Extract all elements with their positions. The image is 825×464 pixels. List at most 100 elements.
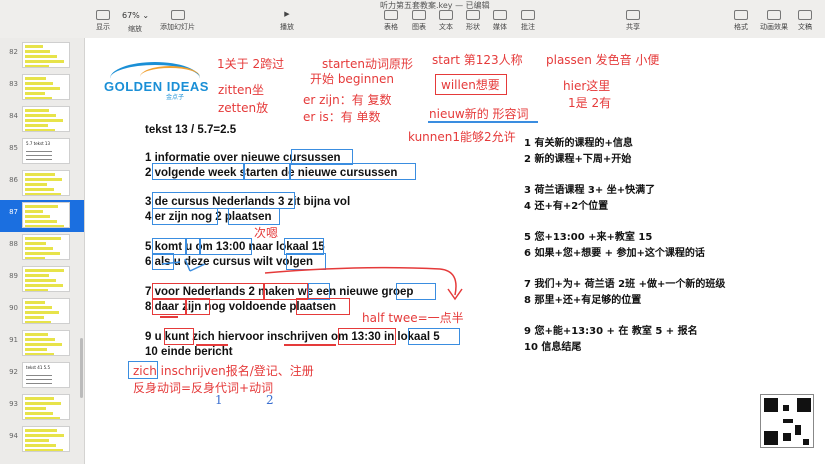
slide-thumbnail-92[interactable]: 92 tekst 41 5.5 (0, 360, 84, 392)
chart-button[interactable]: 图表 (412, 10, 426, 32)
slide-preview (22, 234, 70, 260)
shape-button[interactable]: 形状 (466, 10, 480, 32)
slide-thumbnail-89[interactable]: 89 (0, 264, 84, 296)
translation-1: 1 有关新的课程的+信息 (524, 138, 633, 149)
sidebar-icon (96, 10, 110, 20)
note-half-twee: half twee=一点半 (362, 311, 464, 325)
slide-thumbnail-90[interactable]: 90 (0, 296, 84, 328)
comment-button[interactable]: 批注 (521, 10, 535, 32)
slide-preview-text: tekst 41 5.5 (26, 365, 50, 370)
slide-preview (22, 426, 70, 452)
note-zich-box (128, 361, 158, 379)
slide-preview (22, 266, 70, 292)
annotation-scribble (161, 258, 206, 272)
underline-daar (160, 316, 178, 318)
translation-8: 8 那里+还+有足够的位置 (524, 295, 642, 306)
note-reflexive: 反身动词=反身代词+动词 (133, 381, 274, 395)
slide-thumbnail-83[interactable]: 83 (0, 72, 84, 104)
slide-thumbnail-91[interactable]: 91 (0, 328, 84, 360)
highlight-zijn (186, 298, 210, 315)
note-zijn-meanings: 1是 2有 (568, 96, 612, 110)
note-zitten: zitten坐 (218, 83, 265, 97)
note-willen-box (435, 74, 507, 95)
slide-thumbnail-86[interactable]: 86 (0, 168, 84, 200)
translation-10: 10 信息结尾 (524, 342, 582, 353)
slide-preview (22, 394, 70, 420)
annotation-num-1: 1 (215, 393, 223, 407)
add-slide-button[interactable]: 添加幻灯片 (160, 10, 195, 32)
note-zetten: zetten放 (218, 101, 269, 115)
highlight-volgende-week (152, 163, 244, 180)
slide-number: 92 (9, 368, 18, 376)
format-button[interactable]: 格式 (734, 10, 748, 32)
note-hier: hier这里 (563, 79, 611, 93)
slide-thumbnail-85[interactable]: 85 5.7 tekst 13 (0, 136, 84, 168)
note-ci-en: 次嗯 (254, 226, 279, 240)
slide-thumbnail-88[interactable]: 88 (0, 232, 84, 264)
note-er-zijn: er zijn：有 复数 (303, 93, 392, 107)
translation-9: 9 您+能+13:30 + 在 教室 5 + 报名 (524, 326, 698, 337)
text-button[interactable]: 文本 (439, 10, 453, 32)
play-icon: ▶ (284, 10, 290, 18)
media-icon (493, 10, 507, 20)
document-icon (798, 10, 812, 20)
slide-number: 84 (9, 112, 18, 120)
slide-number: 93 (9, 400, 18, 408)
shape-icon (466, 10, 480, 20)
format-icon (734, 10, 748, 20)
slide-thumbnail-93[interactable]: 93 (0, 392, 84, 424)
highlight-plaatsen (228, 208, 280, 225)
slide-number: 87 (9, 208, 18, 216)
note-zich-inschrijven: zich inschrijven报名/登记、注册 (133, 364, 314, 378)
animate-button[interactable]: 动画效果 (760, 10, 788, 32)
slide-preview (22, 298, 70, 324)
translation-5: 5 您+13:00 +来+教室 15 (524, 232, 653, 243)
text-icon (439, 10, 453, 20)
slide-thumbnail-94[interactable]: 94 (0, 424, 84, 456)
zoom-select[interactable]: 67% ⌄ (122, 11, 149, 20)
slide-thumbnail-82[interactable]: 82 (0, 40, 84, 72)
slide-number: 86 (9, 176, 18, 184)
sidebar-scrollbar[interactable] (80, 338, 83, 398)
slide-preview (22, 42, 70, 68)
slide-number: 89 (9, 272, 18, 280)
highlight-om-1330 (338, 328, 396, 345)
share-icon (626, 10, 640, 20)
qr-code (760, 394, 814, 448)
slide-preview (22, 202, 70, 228)
highlight-de-nieuwe-cursussen (290, 163, 416, 180)
dutch-line-10: 10 einde bericht (145, 346, 233, 358)
translation-2: 2 新的课程+下周+开始 (524, 154, 632, 165)
table-button[interactable]: 表格 (384, 10, 398, 32)
annotation-arrow (264, 266, 463, 301)
media-button[interactable]: 媒体 (493, 10, 507, 32)
slide-preview-text: 5.7 tekst 13 (26, 141, 50, 146)
slide-number: 88 (9, 240, 18, 248)
toolbar-show-button[interactable]: 显示 (96, 10, 110, 32)
note-over-meanings: 1关于 2跨过 (217, 57, 285, 71)
slide-preview (22, 330, 70, 356)
play-button[interactable]: ▶ 播放 (280, 10, 294, 32)
add-slide-icon (170, 10, 185, 20)
translation-4: 4 还+有+2个位置 (524, 201, 609, 212)
note-nieuw-underline (428, 121, 538, 123)
highlight-de-cursus-nederlands (152, 192, 295, 209)
note-plassen: plassen 发色音 小便 (546, 53, 660, 67)
slide-thumbnail-84[interactable]: 84 (0, 104, 84, 136)
highlight-daar (152, 298, 186, 315)
document-button[interactable]: 文稿 (798, 10, 812, 32)
highlight-kunt (164, 328, 194, 345)
underline-zich (196, 344, 228, 346)
highlight-u (186, 238, 200, 255)
slide-number: 85 (9, 144, 18, 152)
toolbar-zoom-label: 缩放 (128, 25, 142, 33)
comment-icon (521, 10, 535, 20)
slide-preview: tekst 41 5.5 (22, 362, 70, 388)
slide-number: 83 (9, 80, 18, 88)
underline-inschrijven (284, 344, 336, 346)
slide-thumbnail-87[interactable]: 87 (0, 200, 84, 232)
slide-number: 90 (9, 304, 18, 312)
chart-icon (412, 10, 426, 20)
note-starten: starten动词原形 (322, 57, 413, 71)
share-button[interactable]: 共享 (626, 10, 640, 32)
